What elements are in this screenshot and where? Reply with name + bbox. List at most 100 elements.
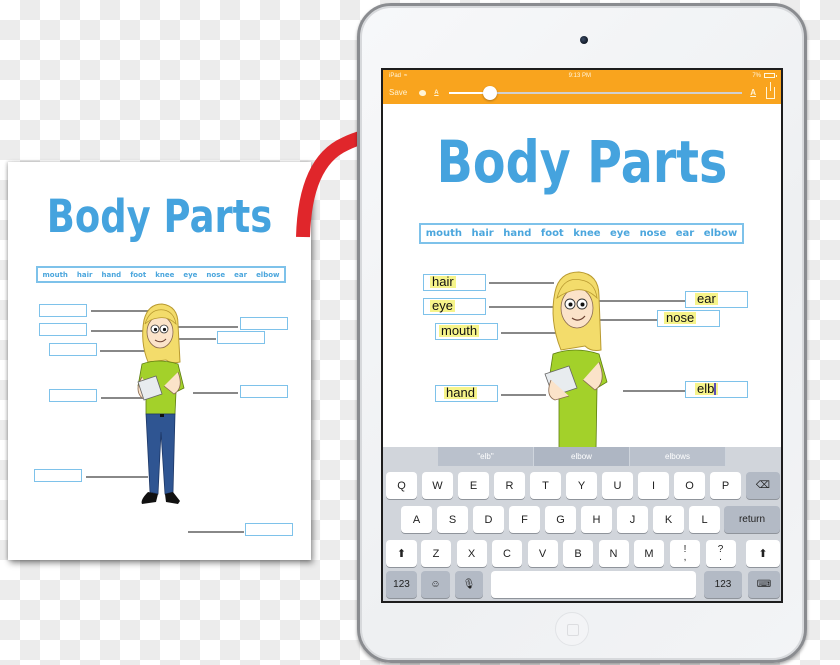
numbers-key[interactable]: 123	[386, 571, 417, 598]
key-j[interactable]: J	[617, 506, 648, 533]
key-u[interactable]: U	[602, 472, 633, 499]
field-text: nose	[664, 310, 697, 325]
key-y[interactable]: Y	[566, 472, 597, 499]
key-d[interactable]: D	[473, 506, 504, 533]
hide-keyboard-icon[interactable]: ⌨	[748, 571, 780, 598]
answer-field-mouth[interactable]: mouth	[435, 323, 498, 340]
key-n[interactable]: N	[598, 540, 629, 567]
key-b[interactable]: B	[563, 540, 593, 567]
field-value: elb	[697, 381, 715, 396]
key-r[interactable]: R	[494, 472, 525, 499]
word-bank-word: eye	[610, 228, 631, 239]
key-row-4: 123 ☺ 🎙 123 ⌨	[383, 571, 781, 598]
worksheet-blank	[49, 343, 97, 356]
onscreen-keyboard: "elb" elbow elbows Q W E R T Y U I O P ⌫ ASDFGHJKL…	[383, 447, 781, 601]
word-bank-word: ear	[675, 228, 695, 239]
worksheet-blank	[240, 317, 288, 330]
key-a[interactable]: A	[401, 506, 432, 533]
key-l[interactable]: L	[689, 506, 720, 533]
key-v[interactable]: V	[527, 540, 558, 567]
shift-icon[interactable]: ⬆	[746, 540, 780, 567]
word-bank-word: ear	[234, 270, 248, 279]
status-time: 9:13 PM	[568, 72, 591, 79]
key-row-1: Q W E R T Y U I O P ⌫	[383, 472, 781, 499]
field-text: hair	[430, 274, 456, 289]
key-o[interactable]: O	[674, 472, 705, 499]
backspace-icon[interactable]: ⌫	[746, 472, 780, 499]
font-size-small-icon[interactable]: A	[434, 90, 438, 96]
home-button[interactable]	[555, 612, 589, 646]
word-bank-word: hand	[503, 228, 532, 239]
key-punct[interactable]: ?.	[705, 540, 736, 567]
shift-icon[interactable]: ⬆	[386, 540, 417, 567]
worksheet-blank	[245, 523, 293, 536]
toolbar: Save A A	[383, 81, 781, 104]
status-bar: iPad ≈ 9:13 PM 7%	[383, 70, 781, 81]
suggestion-elbow[interactable]: elbow	[534, 447, 630, 466]
document-word-bank: mouth hair hand foot knee eye nose ear e…	[419, 223, 744, 244]
key-c[interactable]: C	[492, 540, 522, 567]
key-q[interactable]: Q	[386, 472, 417, 499]
document-view: Body Parts mouth hair hand foot knee eye…	[383, 104, 781, 450]
field-text: eye	[430, 298, 455, 313]
punct-bottom: ,	[683, 551, 687, 563]
key-t[interactable]: T	[530, 472, 561, 499]
word-bank-word: knee	[573, 228, 601, 239]
punct-bottom: .	[719, 551, 722, 563]
font-size-large-icon[interactable]: A	[750, 88, 756, 97]
return-key[interactable]: return	[724, 506, 780, 533]
font-size-slider[interactable]	[448, 85, 743, 100]
save-button[interactable]: Save	[389, 88, 407, 97]
field-text: hand	[444, 385, 477, 400]
key-i[interactable]: I	[638, 472, 669, 499]
word-bank-word: elbow	[703, 228, 738, 239]
field-text: mouth	[439, 323, 480, 338]
answer-field-hand[interactable]: hand	[435, 385, 498, 402]
carrier-label: iPad	[389, 72, 402, 79]
answer-field-hair[interactable]: hair	[423, 274, 486, 291]
key-x[interactable]: X	[456, 540, 487, 567]
palette-icon[interactable]	[419, 89, 427, 96]
key-row-2: A S D F G H J K Lreturn	[383, 506, 781, 533]
key-m[interactable]: M	[634, 540, 664, 567]
word-bank-word: mouth	[425, 228, 463, 239]
key-w[interactable]: W	[422, 472, 453, 499]
suggestion-typed[interactable]: "elb"	[438, 447, 534, 466]
answer-field-eye[interactable]: eye	[423, 298, 486, 315]
field-text: ear	[695, 291, 718, 306]
key-f[interactable]: F	[509, 506, 540, 533]
share-icon[interactable]	[766, 81, 775, 99]
girl-illustration	[137, 303, 185, 504]
space-key[interactable]	[491, 571, 696, 598]
worksheet-blank	[49, 389, 97, 402]
girl-illustration	[544, 271, 608, 450]
suggestion-elbows[interactable]: elbows	[630, 447, 726, 466]
answer-field-elbow[interactable]: elb	[685, 381, 748, 398]
key-punct[interactable]: !,	[670, 540, 700, 567]
field-text-active: elb	[695, 381, 719, 396]
microphone-icon[interactable]: 🎙	[455, 571, 483, 598]
key-h[interactable]: H	[581, 506, 612, 533]
key-e[interactable]: E	[458, 472, 489, 499]
text-caret	[714, 383, 717, 395]
answer-field-nose[interactable]: nose	[657, 310, 720, 327]
key-g[interactable]: G	[545, 506, 576, 533]
key-k[interactable]: K	[653, 506, 684, 533]
key-p[interactable]: P	[710, 472, 741, 499]
emoji-icon[interactable]: ☺	[421, 571, 450, 598]
word-bank-word: knee	[155, 270, 175, 279]
worksheet-title: Body Parts	[46, 190, 273, 243]
worksheet-blank	[217, 331, 265, 344]
camera-icon	[580, 36, 588, 44]
key-s[interactable]: S	[437, 506, 468, 533]
worksheet-blank	[39, 304, 87, 317]
slider-thumb[interactable]	[482, 85, 497, 100]
worksheet-blank	[34, 469, 82, 482]
word-bank-word: elbow	[256, 270, 280, 279]
leader-line	[623, 390, 685, 392]
answer-field-ear[interactable]: ear	[685, 291, 748, 308]
printed-worksheet: Body Parts mouth hair hand foot knee eye…	[8, 162, 311, 560]
numbers-key[interactable]: 123	[704, 571, 742, 598]
key-z[interactable]: Z	[421, 540, 451, 567]
battery-percent: 7%	[752, 72, 761, 79]
